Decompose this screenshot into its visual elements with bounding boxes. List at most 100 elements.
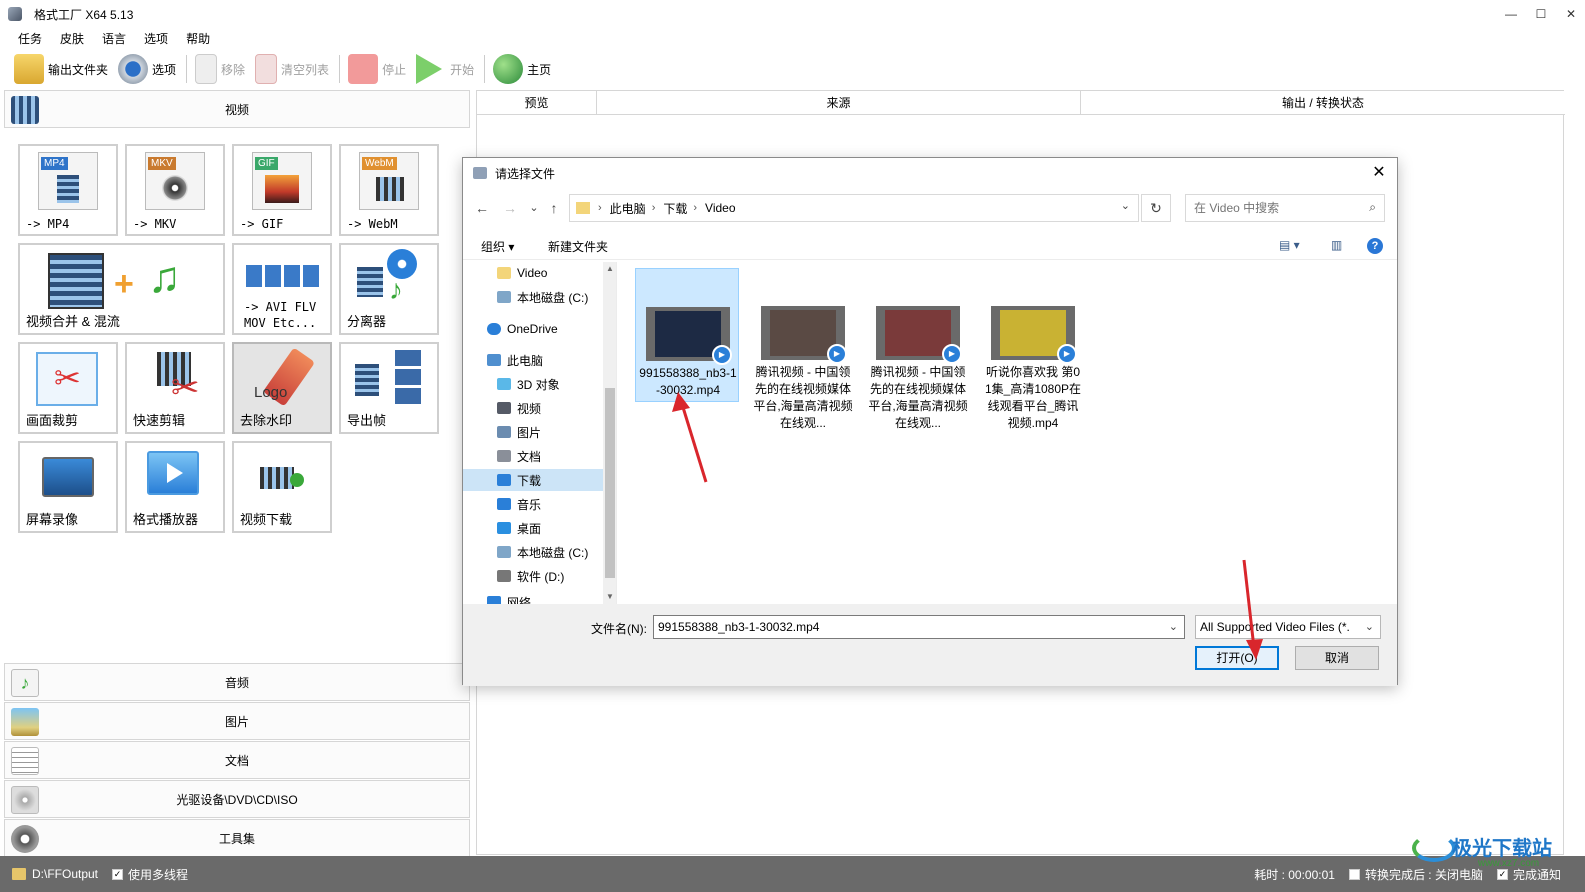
nav-pane-scrollbar[interactable]: ▲ ▼ xyxy=(603,262,616,604)
crumb-downloads[interactable]: 下载 xyxy=(663,200,687,217)
new-folder-button[interactable]: 新建文件夹 xyxy=(548,238,608,255)
column-output-status[interactable]: 输出 / 转换状态 xyxy=(1081,91,1565,115)
nav-item-videos[interactable]: 视频 xyxy=(463,397,603,419)
file-item[interactable]: ▶ 991558388_nb3-1-30032.mp4 xyxy=(635,268,739,402)
view-options-button[interactable]: ▤ ▾ xyxy=(1279,238,1300,252)
close-button[interactable]: ✕ xyxy=(1557,0,1585,28)
start-button[interactable]: 开始 xyxy=(416,52,474,86)
tile-screen-record[interactable]: 屏幕录像 xyxy=(18,441,118,533)
nav-item-video[interactable]: Video xyxy=(463,262,603,284)
nav-item-local-disk-c[interactable]: 本地磁盘 (C:) xyxy=(463,286,603,308)
category-audio[interactable]: ♪ 音频 xyxy=(4,663,470,701)
search-box[interactable]: ⌕ xyxy=(1185,194,1385,222)
options-button[interactable]: 选项 xyxy=(118,52,176,86)
tile-mp4[interactable]: MP4 -> MP4 xyxy=(18,144,118,236)
column-source[interactable]: 来源 xyxy=(597,91,1081,115)
tile-webm[interactable]: WebM -> WebM xyxy=(339,144,439,236)
nav-item-local-disk-c-2[interactable]: 本地磁盘 (C:) xyxy=(463,541,603,563)
drive-icon xyxy=(497,291,511,303)
after-convert-checkbox[interactable] xyxy=(1348,868,1360,880)
nav-item-onedrive[interactable]: OneDrive xyxy=(463,318,603,340)
nav-item-desktop[interactable]: 桌面 xyxy=(463,517,603,539)
menu-help[interactable]: 帮助 xyxy=(186,30,210,47)
nav-item-downloads[interactable]: 下载 xyxy=(463,469,603,491)
stop-icon xyxy=(348,54,379,84)
up-arrow-icon[interactable]: ↑ xyxy=(545,198,563,218)
crumb-this-pc[interactable]: 此电脑 xyxy=(610,200,646,217)
scroll-down-icon[interactable]: ▼ xyxy=(603,590,616,604)
file-type-filter[interactable]: All Supported Video Files (*. ⌄ xyxy=(1195,615,1381,639)
home-button[interactable]: 主页 xyxy=(493,52,551,86)
file-item[interactable]: ▶ 听说你喜欢我 第01集_高清1080P在线观看平台_腾讯视频.mp4 xyxy=(981,268,1085,430)
nav-item-this-pc[interactable]: 此电脑 xyxy=(463,349,603,371)
minimize-button[interactable]: — xyxy=(1497,0,1525,28)
cancel-button[interactable]: 取消 xyxy=(1295,646,1379,670)
menu-language[interactable]: 语言 xyxy=(102,30,126,47)
tile-merge[interactable]: + ♫ 视频合并 & 混流 xyxy=(18,243,225,335)
watermark-url: www.xz7.com xyxy=(1478,858,1540,869)
dialog-close-button[interactable]: ✕ xyxy=(1369,163,1389,183)
file-item[interactable]: ▶ 腾讯视频 - 中国领先的在线视频媒体平台,海量高清视频在线观... xyxy=(866,268,970,430)
nav-item-network[interactable]: 网络 xyxy=(463,591,603,604)
search-input[interactable] xyxy=(1194,201,1354,215)
tile-remove-watermark-label: 去除水印 xyxy=(240,413,293,428)
category-document[interactable]: 文档 xyxy=(4,741,470,779)
mp4-badge: MP4 xyxy=(41,157,68,170)
nav-item-software-d[interactable]: 软件 (D:) xyxy=(463,565,603,587)
maximize-button[interactable]: ☐ xyxy=(1527,0,1555,28)
multithread-checkbox[interactable]: ✓ xyxy=(112,868,124,880)
address-bar[interactable]: › 此电脑 › 下载 › Video ⌄ xyxy=(569,194,1139,222)
remove-button[interactable]: 移除 xyxy=(195,52,245,86)
tile-video-download[interactable]: 视频下载 xyxy=(232,441,332,533)
search-icon[interactable]: ⌕ xyxy=(1369,200,1376,215)
scroll-up-icon[interactable]: ▲ xyxy=(603,262,616,276)
home-label: 主页 xyxy=(527,62,552,77)
output-path[interactable]: D:\FFOutput xyxy=(32,867,98,881)
tile-player[interactable]: 格式播放器 xyxy=(125,441,225,533)
nav-item-documents[interactable]: 文档 xyxy=(463,445,603,467)
nav-item-3d-objects[interactable]: 3D 对象 xyxy=(463,373,603,395)
category-optical[interactable]: 光驱设备\DVD\CD\ISO xyxy=(4,780,470,818)
tile-export-frames[interactable]: 导出帧 xyxy=(339,342,439,434)
filename-input[interactable]: 991558388_nb3-1-30032.mp4 ⌄ xyxy=(653,615,1185,639)
recent-dropdown-icon[interactable]: ⌄ xyxy=(525,198,543,218)
category-video[interactable]: 视频 xyxy=(4,90,470,128)
chevron-down-icon[interactable]: ⌄ xyxy=(1169,620,1178,633)
chevron-down-icon[interactable]: ⌄ xyxy=(1365,620,1374,633)
scroll-thumb[interactable] xyxy=(605,388,615,578)
file-list: ▶ 991558388_nb3-1-30032.mp4 ▶ 腾讯视频 - 中国领… xyxy=(623,262,1393,604)
crumb-video[interactable]: Video xyxy=(705,201,735,215)
refresh-button[interactable]: ↻ xyxy=(1141,194,1171,222)
nav-item-label: 图片 xyxy=(517,425,542,440)
sound-checkbox[interactable]: ✓ xyxy=(1496,868,1508,880)
tile-quick-edit[interactable]: ✂ 快速剪辑 xyxy=(125,342,225,434)
nav-item-pictures[interactable]: 图片 xyxy=(463,421,603,443)
tile-gif[interactable]: GIF -> GIF xyxy=(232,144,332,236)
tile-splitter[interactable]: ♪ 分离器 xyxy=(339,243,439,335)
back-arrow-icon[interactable]: ← xyxy=(473,198,491,218)
file-item[interactable]: ▶ 腾讯视频 - 中国领先的在线视频媒体平台,海量高清视频在线观... xyxy=(751,268,855,430)
forward-arrow-icon[interactable]: → xyxy=(501,198,519,218)
category-video-label: 视频 xyxy=(224,102,249,117)
address-dropdown-icon[interactable]: ⌄ xyxy=(1121,199,1130,212)
tile-remove-watermark[interactable]: Logo 去除水印 xyxy=(232,342,332,434)
category-image[interactable]: 图片 xyxy=(4,702,470,740)
category-tools[interactable]: 工具集 xyxy=(4,819,470,857)
preview-pane-button[interactable]: ▥ xyxy=(1331,238,1342,252)
menu-options[interactable]: 选项 xyxy=(144,30,168,47)
menu-tasks[interactable]: 任务 xyxy=(18,30,42,47)
nav-item-music[interactable]: 音乐 xyxy=(463,493,603,515)
organize-button[interactable]: 组织 ▾ xyxy=(481,238,514,255)
tile-crop[interactable]: ✂ 画面裁剪 xyxy=(18,342,118,434)
help-icon[interactable]: ? xyxy=(1367,238,1383,254)
clear-list-button[interactable]: 清空列表 xyxy=(255,52,329,86)
dialog-nav-pane: Video 本地磁盘 (C:) OneDrive 此电脑 3D 对象 视频 图片… xyxy=(463,262,617,604)
tile-mkv[interactable]: MKV -> MKV xyxy=(125,144,225,236)
mkv-file-icon: MKV xyxy=(145,152,205,210)
tile-avi-flv-mov[interactable]: -> AVI FLV MOV Etc... xyxy=(232,243,332,335)
menu-skin[interactable]: 皮肤 xyxy=(60,30,84,47)
column-preview[interactable]: 预览 xyxy=(477,91,597,115)
stop-button[interactable]: 停止 xyxy=(348,52,406,86)
output-folder-button[interactable]: 输出文件夹 xyxy=(14,52,108,86)
nav-item-label: 下载 xyxy=(517,473,542,488)
